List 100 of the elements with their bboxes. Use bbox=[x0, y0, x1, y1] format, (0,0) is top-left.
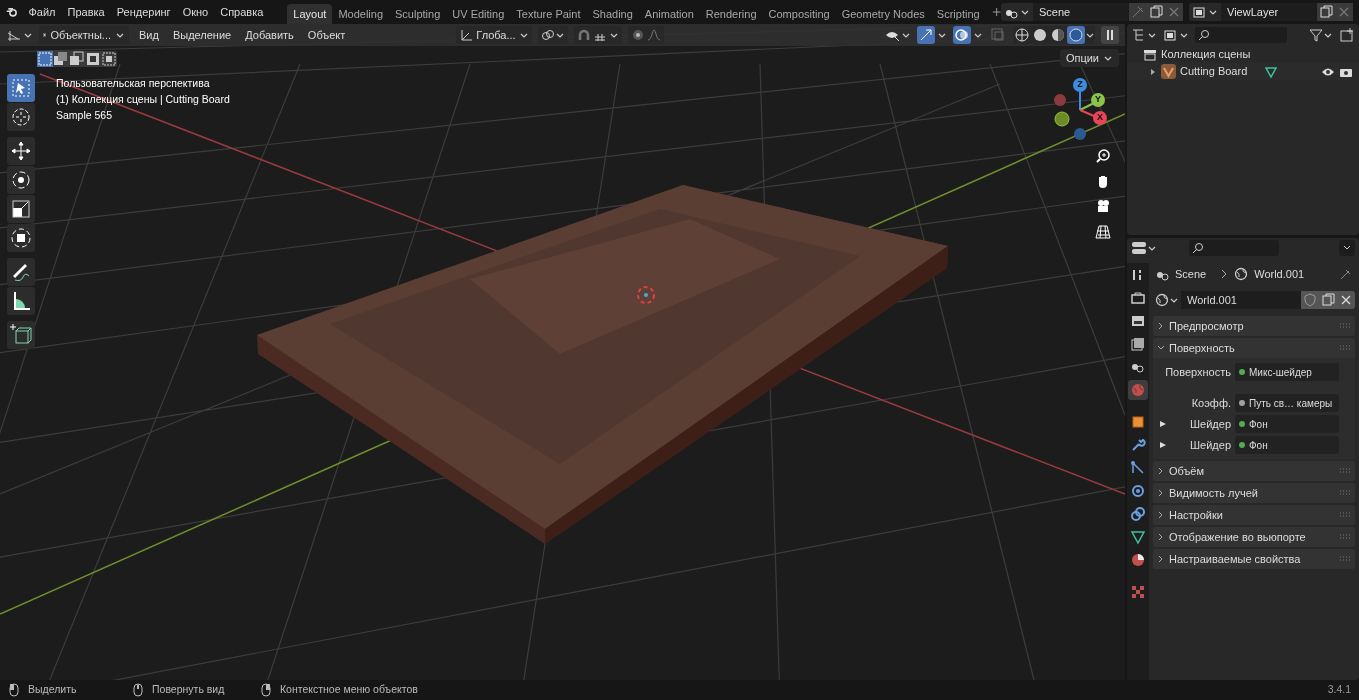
type-dropdown[interactable] bbox=[1001, 3, 1033, 21]
constraint-icon[interactable] bbox=[1128, 504, 1148, 524]
zoom-icon[interactable] bbox=[1095, 148, 1111, 164]
pencil-icon[interactable] bbox=[7, 258, 35, 286]
menu-item[interactable]: Вид bbox=[135, 26, 163, 44]
workspace-tab[interactable]: UV Editing bbox=[446, 4, 511, 24]
add-cube-icon[interactable] bbox=[7, 321, 35, 349]
menu-item[interactable]: Добавить bbox=[241, 26, 298, 44]
breadcrumb-item[interactable]: World.001 bbox=[1254, 265, 1305, 283]
close-icon[interactable] bbox=[1165, 3, 1183, 21]
pin-icon[interactable] bbox=[1129, 3, 1147, 21]
search-field[interactable] bbox=[1195, 27, 1287, 43]
shader-dropdown[interactable]: Микс-шейдер bbox=[1235, 363, 1339, 381]
menu-item[interactable]: Рендеринг bbox=[110, 3, 177, 21]
add-icon[interactable] bbox=[991, 6, 1001, 18]
workspace-tab[interactable]: Shading bbox=[586, 4, 639, 24]
name-field[interactable]: World.001 bbox=[1181, 291, 1301, 309]
new-collection-icon[interactable] bbox=[1339, 27, 1355, 43]
menu-item[interactable]: Справка bbox=[214, 3, 270, 21]
shader-name: Фон bbox=[1249, 417, 1268, 432]
pause-icon[interactable] bbox=[1101, 26, 1119, 44]
editor-type-dropdown[interactable] bbox=[1131, 241, 1157, 255]
search-icon bbox=[1192, 242, 1204, 254]
workspace-tab[interactable]: Rendering bbox=[699, 4, 763, 24]
solid-shading-icon[interactable] bbox=[1031, 26, 1049, 44]
pin-icon[interactable] bbox=[1339, 267, 1353, 281]
close-icon[interactable] bbox=[1335, 3, 1353, 21]
duplicate-icon[interactable] bbox=[1147, 3, 1165, 21]
expand-arrow-icon[interactable] bbox=[1159, 441, 1167, 449]
search-field[interactable] bbox=[1189, 240, 1279, 256]
grip-icon bbox=[1339, 345, 1351, 351]
gizmo-toggle-icon[interactable] bbox=[917, 26, 935, 44]
mode-dropdown[interactable]: Объектны... bbox=[39, 26, 129, 44]
duplicate-icon[interactable] bbox=[1319, 291, 1337, 309]
grip-icon bbox=[1339, 512, 1351, 518]
options-dropdown[interactable]: Опции bbox=[1059, 49, 1119, 67]
workspace-tab[interactable]: Layout bbox=[287, 4, 333, 24]
caret-icon bbox=[1020, 8, 1030, 16]
outliner-item[interactable]: Cutting Board bbox=[1180, 63, 1260, 80]
status-hint: Выделить bbox=[28, 682, 77, 698]
type-dropdown[interactable] bbox=[1189, 3, 1221, 21]
ruler-icon[interactable] bbox=[7, 287, 35, 315]
grid-icon[interactable] bbox=[1095, 223, 1111, 239]
display-mode-dropdown[interactable] bbox=[1131, 28, 1157, 42]
workspace-tab[interactable]: Geometry Nodes bbox=[835, 4, 931, 24]
filter-dropdown[interactable] bbox=[1309, 28, 1333, 42]
menu-item[interactable]: Выделение bbox=[168, 26, 236, 44]
workspace-tab[interactable]: Texture Paint bbox=[510, 4, 587, 24]
wireframe-shading-icon[interactable] bbox=[1013, 26, 1031, 44]
select-mode-icon[interactable] bbox=[85, 51, 101, 67]
version-text: 3.4.1 bbox=[1327, 682, 1351, 698]
scale-icon[interactable] bbox=[7, 195, 35, 223]
globe-icon bbox=[1155, 293, 1169, 307]
workspace-tab[interactable]: Scripting bbox=[930, 4, 986, 24]
orientation-dropdown[interactable]: Глоба... bbox=[456, 26, 532, 44]
move-icon[interactable] bbox=[7, 137, 35, 165]
close-icon[interactable] bbox=[1337, 291, 1355, 309]
shader-dropdown[interactable]: Путь св… камеры bbox=[1235, 394, 1339, 412]
workspace-tab[interactable]: Animation bbox=[638, 4, 700, 24]
select-mode-icon[interactable] bbox=[101, 51, 117, 67]
caret-icon bbox=[1323, 31, 1333, 39]
menu-item[interactable]: Файл bbox=[22, 3, 62, 21]
caret-icon bbox=[973, 31, 983, 39]
menu-item[interactable]: Объект bbox=[303, 26, 350, 44]
duplicate-icon[interactable] bbox=[1317, 3, 1335, 21]
select-mode-icon[interactable] bbox=[53, 51, 69, 67]
rotate-icon[interactable] bbox=[7, 166, 35, 194]
field-label: Шейдер bbox=[1189, 416, 1231, 432]
rendered-shading-icon[interactable] bbox=[1067, 26, 1085, 44]
expand-arrow-icon[interactable] bbox=[1149, 67, 1157, 76]
name-field[interactable]: Scene bbox=[1033, 3, 1129, 21]
select-box-icon[interactable] bbox=[7, 74, 35, 102]
dot-icon bbox=[630, 28, 645, 42]
filter-dropdown[interactable] bbox=[1163, 28, 1189, 42]
transform-icon[interactable] bbox=[7, 224, 35, 252]
snap-dropdown[interactable] bbox=[573, 26, 622, 44]
caret-icon[interactable] bbox=[1339, 240, 1355, 256]
shader-dropdown[interactable]: Фон bbox=[1235, 436, 1339, 454]
shader-dropdown[interactable]: Фон bbox=[1235, 415, 1339, 433]
menu-item[interactable]: Правка bbox=[61, 3, 111, 21]
proportional-edit-button[interactable] bbox=[627, 26, 664, 44]
workspace-tab[interactable]: Compositing bbox=[762, 4, 836, 24]
material-shading-icon[interactable] bbox=[1049, 26, 1067, 44]
shader-name: Путь св… камеры bbox=[1249, 396, 1333, 411]
name-field[interactable]: ViewLayer bbox=[1221, 3, 1317, 21]
menu-item[interactable]: Окно bbox=[176, 3, 215, 21]
funnel-icon bbox=[1309, 28, 1323, 42]
blender-logo-icon[interactable] bbox=[6, 5, 19, 19]
breadcrumb-item[interactable]: Scene bbox=[1175, 265, 1207, 283]
overlays-toggle-icon[interactable] bbox=[953, 26, 971, 44]
cursor-icon[interactable] bbox=[7, 103, 35, 131]
workspace-tab[interactable]: Modeling bbox=[332, 4, 390, 24]
outliner-item[interactable]: Коллекция сцены bbox=[1161, 46, 1251, 63]
orientation-label: Глоба... bbox=[476, 27, 516, 43]
workspace-tab[interactable]: Sculpting bbox=[389, 4, 447, 24]
select-mode-icon[interactable] bbox=[69, 51, 85, 67]
expand-arrow-icon[interactable] bbox=[1159, 420, 1167, 428]
pivot-dropdown[interactable] bbox=[537, 26, 568, 44]
editor-type-dropdown[interactable] bbox=[6, 28, 33, 42]
camera-icon[interactable] bbox=[1095, 198, 1111, 214]
